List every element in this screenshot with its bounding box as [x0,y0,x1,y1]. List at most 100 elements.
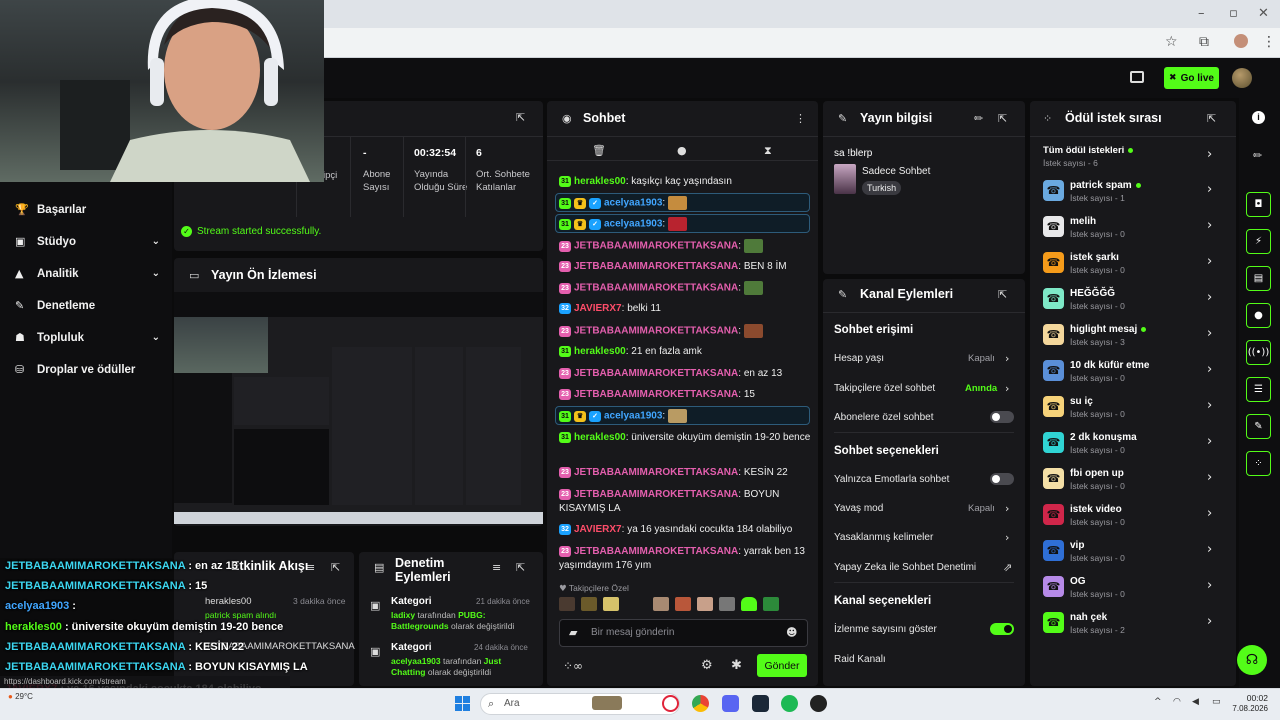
chevron-right-icon[interactable]: › [1207,218,1212,233]
rail-button[interactable]: ▤ [1246,266,1271,291]
close-window-icon[interactable]: ✕ [1258,6,1269,21]
subscribers-only-toggle[interactable] [990,411,1014,423]
reward-item[interactable]: nah çek [1070,612,1107,623]
chat-username[interactable]: acelyaa1903 [604,219,662,230]
popout-icon[interactable]: ⇱ [1207,112,1216,125]
emote[interactable] [763,597,779,611]
popout-icon[interactable]: ⇱ [331,561,340,574]
emote[interactable] [581,597,597,611]
clock-time[interactable]: 00:02 [1232,693,1268,703]
emote[interactable] [603,597,619,611]
rail-button[interactable]: ✎ [1246,414,1271,439]
chevron-right-icon[interactable]: › [1207,290,1212,305]
emoji-icon[interactable]: ☻ [786,626,797,639]
nav-droplar[interactable]: ⛁ Droplar ve ödüller [15,363,160,376]
reward-item[interactable]: HEĞĞĞĞ [1070,288,1115,299]
nav-topluluk[interactable]: ☗ Topluluk ⌄ [15,331,160,344]
stream-preview-video[interactable] [174,317,543,524]
weather-widget[interactable]: ● 29°C [8,692,33,701]
reward-item[interactable]: vip [1070,540,1084,551]
chevron-right-icon[interactable]: › [1207,434,1212,449]
reward-item[interactable]: 2 dk konuşma [1070,432,1137,443]
chat-username[interactable]: JETBABAAMIMAROKETTAKSANA [574,389,738,400]
chat-username[interactable]: JAVIERX7 [574,303,622,314]
obs-app-icon[interactable] [810,695,827,712]
chat-username[interactable]: acelyaa1903 [604,411,662,422]
setting-label[interactable]: Takipçilere özel sohbet [834,383,935,394]
setting-label[interactable]: Yapay Zeka ile Sohbet Denetimi [834,562,976,573]
reward-item[interactable]: 10 dk küfür etme [1070,360,1149,371]
rail-button[interactable]: ⁘ [1246,451,1271,476]
nav-basarilar[interactable]: 🏆 Başarılar [15,203,160,216]
trash-icon[interactable]: 🗑 [592,144,606,157]
battery-icon[interactable]: ▭ [1212,697,1221,707]
steam-app-icon[interactable] [752,695,769,712]
user-avatar[interactable] [1232,68,1252,88]
chat-username[interactable]: JETBABAAMIMAROKETTAKSANA [574,546,738,557]
popout-icon[interactable]: ⇱ [516,561,525,574]
nav-studyo[interactable]: ▣ Stüdyo ⌄ [15,235,160,248]
show-viewcount-toggle[interactable] [990,623,1014,635]
chat-menu-icon[interactable]: ⋮ [795,112,806,125]
settings-gear-icon[interactable]: ⚙ [701,658,713,673]
chevron-right-icon[interactable]: › [1207,542,1212,557]
chevron-right-icon[interactable]: › [1005,502,1009,515]
emote[interactable] [559,597,575,611]
all-rewards-row[interactable]: Tüm ödül istekleri [1043,145,1134,156]
points-icon[interactable]: ⁘∞ [563,659,583,673]
chat-username[interactable]: herakles00 [574,346,626,357]
external-link-icon[interactable]: ⇗ [1003,561,1012,574]
hourglass-icon[interactable]: ⧗ [764,144,772,158]
chevron-right-icon[interactable]: › [1207,506,1212,521]
chrome-app-icon[interactable] [692,695,709,712]
support-headset-icon[interactable]: ☊ [1237,645,1267,675]
discord-app-icon[interactable] [722,695,739,712]
chevron-right-icon[interactable]: › [1207,147,1212,162]
nav-denetleme[interactable]: ✎ Denetleme [15,299,160,312]
chat-username[interactable]: JETBABAAMIMAROKETTAKSANA [574,326,738,337]
setting-label[interactable]: Raid Kanalı [834,654,886,665]
tray-chevron-icon[interactable]: ^ [1154,697,1162,707]
setting-label[interactable]: Yavaş mod [834,503,883,514]
reward-item[interactable]: istek şarkı [1070,252,1119,263]
emote[interactable] [697,597,713,611]
chat-bubble-icon[interactable]: ● [677,144,687,157]
reward-item[interactable]: su iç [1070,396,1093,407]
reward-item[interactable]: OG [1070,576,1086,587]
bookmark-star-icon[interactable]: ☆ [1165,34,1178,50]
edit-pencil-icon[interactable]: ✏ [974,112,983,125]
reward-item[interactable]: istek video [1070,504,1122,515]
mod-shield-icon[interactable]: ✱ [731,658,742,673]
chat-username[interactable]: JETBABAAMIMAROKETTAKSANA [574,467,738,478]
chevron-right-icon[interactable]: › [1005,531,1009,544]
chevron-right-icon[interactable]: › [1207,470,1212,485]
emote-only-toggle[interactable] [990,473,1014,485]
filter-icon[interactable]: ≡ [306,561,315,574]
setting-label[interactable]: Hesap yaşı [834,353,884,364]
chat-username[interactable]: herakles00 [574,432,626,443]
volume-icon[interactable]: ◀ [1192,697,1199,707]
send-button[interactable]: Gönder [757,654,807,677]
chat-username[interactable]: JETBABAAMIMAROKETTAKSANA [574,368,738,379]
info-icon[interactable]: i [1252,111,1265,124]
emote[interactable] [675,597,691,611]
rail-button[interactable]: ((•)) [1246,340,1271,365]
browser-menu-icon[interactable]: ⋮ [1262,34,1276,50]
maximize-icon[interactable]: ▫ [1229,6,1238,21]
filter-icon[interactable]: ≡ [492,561,501,574]
rail-button[interactable]: ⚡ [1246,229,1271,254]
chat-username[interactable]: JETBABAAMIMAROKETTAKSANA [574,241,738,252]
chat-username[interactable]: JETBABAAMIMAROKETTAKSANA [574,283,738,294]
chat-username[interactable]: JETBABAAMIMAROKETTAKSANA [574,489,738,500]
opera-app-icon[interactable] [662,695,679,712]
chevron-right-icon[interactable]: › [1207,362,1212,377]
emote[interactable] [653,597,669,611]
chevron-right-icon[interactable]: › [1207,182,1212,197]
chevron-right-icon[interactable]: › [1207,326,1212,341]
stream-preview-icon[interactable] [1130,71,1144,83]
chevron-right-icon[interactable]: › [1207,254,1212,269]
rail-button[interactable]: ◘ [1246,192,1271,217]
wifi-icon[interactable]: ◠ [1173,697,1181,707]
emote[interactable] [719,597,735,611]
chevron-right-icon[interactable]: › [1207,614,1212,629]
